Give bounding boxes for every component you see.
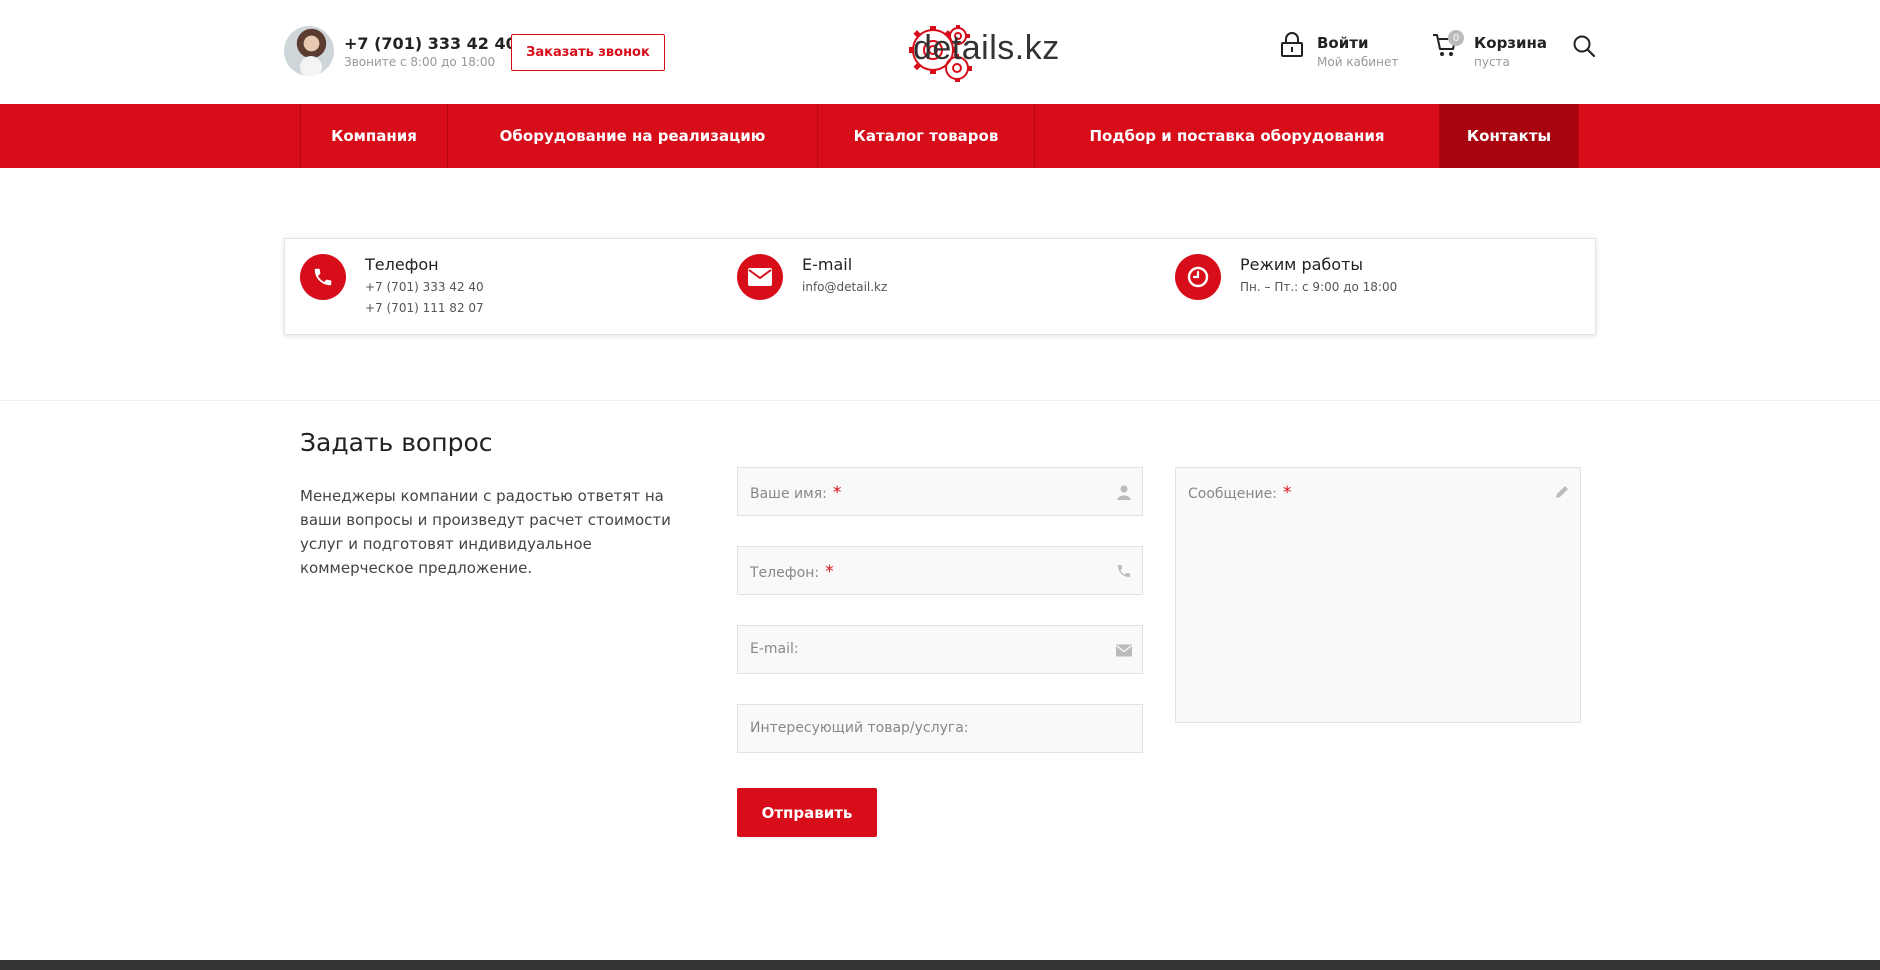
nav-item-company[interactable]: Компания [300,104,447,168]
phone-icon [1118,565,1130,577]
name-field-label: Ваше имя: * [750,483,842,503]
phone-number-1[interactable]: +7 (701) 333 42 40 [365,280,484,294]
cart-subtitle: пуста [1474,55,1510,69]
name-field[interactable]: Ваше имя: * [737,467,1143,516]
pencil-icon [1556,486,1568,498]
operator-avatar [284,26,334,76]
ask-question-description: Менеджеры компании с радостью ответят на… [300,487,671,577]
nav-item-catalog[interactable]: Каталог товаров [817,104,1034,168]
hours-title: Режим работы [1240,255,1364,274]
email-field[interactable]: E-mail: [737,625,1143,674]
email-value[interactable]: info@detail.kz [802,280,887,294]
user-icon [1117,485,1131,500]
header-phone-hours: Звоните с 8:00 до 18:00 [344,55,496,69]
search-icon[interactable] [1572,34,1596,58]
ask-question-title: Задать вопрос [300,428,493,457]
phone-number-2[interactable]: +7 (701) 111 82 07 [365,301,484,315]
clock-icon [1175,254,1221,300]
phone-title: Телефон [365,255,439,274]
order-call-button[interactable]: Заказать звонок [511,34,665,71]
email-title: E-mail [802,255,853,274]
section-divider [0,400,1880,401]
cart-title: Корзина [1474,34,1548,52]
contacts-info-box: Телефон +7 (701) 333 42 40 +7 (701) 111 … [284,238,1596,335]
login-subtitle: Мой кабинет [1317,55,1399,69]
nav-item-equipment-selection[interactable]: Подбор и поставка оборудования [1034,104,1439,168]
phone-field-label: Телефон: * [750,562,834,582]
hours-value: Пн. – Пт.: с 9:00 до 18:00 [1240,280,1398,294]
email-field-label: E-mail: [750,641,799,657]
nav-item-equipment-sale[interactable]: Оборудование на реализацию [447,104,817,168]
lock-icon [1281,32,1303,57]
message-field-label: Сообщение: * [1188,483,1292,503]
envelope-icon [1116,644,1132,657]
cart-count-badge: 0 [1448,30,1464,46]
main-nav: Компания Оборудование на реализацию Ката… [0,104,1880,168]
footer-strip [0,960,1880,970]
header-phone[interactable]: +7 (701) 333 42 40 [344,34,517,53]
message-textarea[interactable]: Сообщение: * [1175,467,1581,723]
product-field-label: Интересующий товар/услуга: [750,720,969,736]
product-field[interactable]: Интересующий товар/услуга: [737,704,1143,753]
phone-icon [300,254,346,300]
envelope-icon [737,254,783,300]
login-title: Войти [1317,34,1369,52]
phone-field[interactable]: Телефон: * [737,546,1143,595]
logo-text[interactable]: details.kz [913,29,1060,68]
nav-item-contacts[interactable]: Контакты [1439,104,1579,168]
submit-button[interactable]: Отправить [737,788,877,837]
site-header: +7 (701) 333 42 40 Звоните с 8:00 до 18:… [0,0,1880,104]
